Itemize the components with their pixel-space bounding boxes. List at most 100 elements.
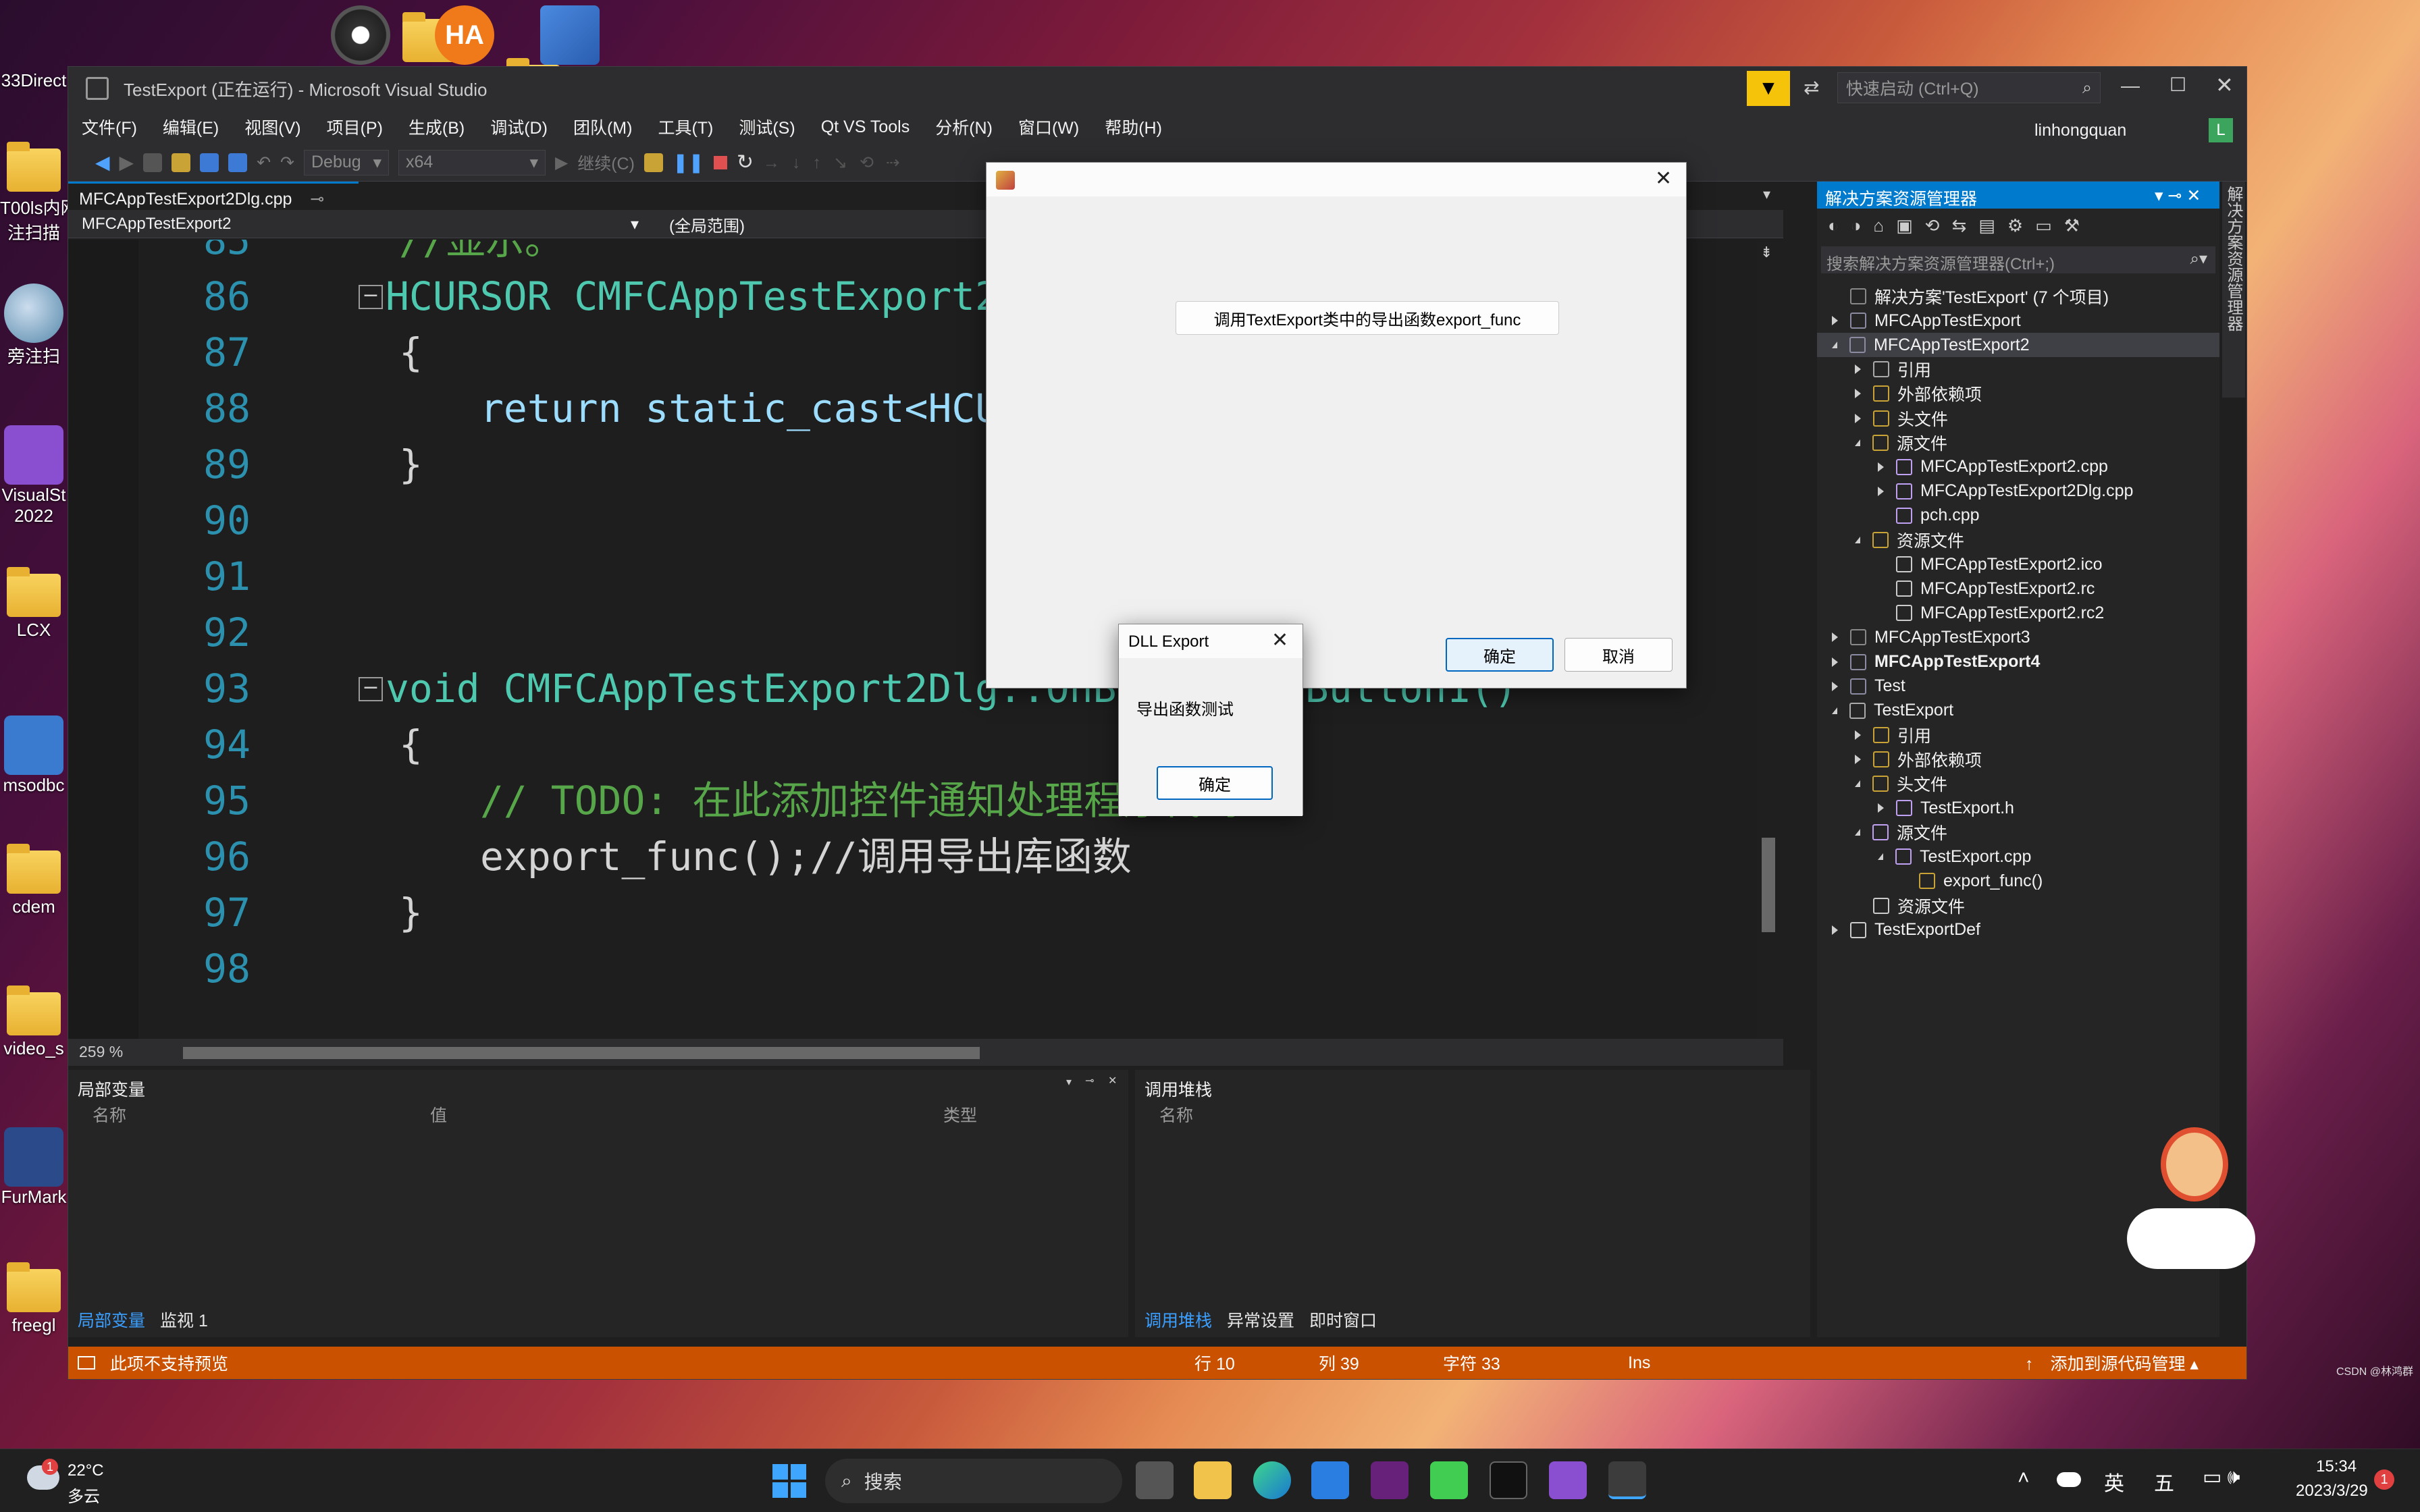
menu-help[interactable]: 帮助(H) [1105,115,1162,139]
back-icon[interactable]: ◀ [95,151,110,173]
collapsed-arrow-icon[interactable] [1878,486,1884,496]
restart-icon[interactable]: ↻ [737,151,754,174]
menu-file[interactable]: 文件(F) [82,115,137,139]
menu-analyze[interactable]: 分析(N) [935,115,993,139]
expanded-arrow-icon[interactable] [1832,707,1837,714]
continue-icon[interactable]: ▶ [555,153,568,173]
desktop-icon[interactable]: 旁注扫 [0,284,68,368]
process-icon[interactable] [643,153,663,172]
tree-item[interactable]: 资源文件 [1855,894,1965,918]
tree-item[interactable]: 头文件 [1855,772,1947,796]
tree-item[interactable]: MFCAppTestExport2.rc2 [1878,601,2104,625]
tree-item[interactable]: pch.cpp [1878,504,1980,528]
avatar[interactable]: L [2209,118,2233,142]
ime-mode[interactable]: 五 [2154,1467,2174,1496]
menu-test[interactable]: 测试(S) [739,115,795,139]
menu-window[interactable]: 窗口(W) [1018,115,1079,139]
call-export-button[interactable]: 调用TextExport类中的导出函数export_func [1176,301,1559,335]
network-volume-icon[interactable]: ▭ 🕪 [2203,1465,2240,1489]
tree-item[interactable]: MFCAppTestExport [1832,308,2021,333]
visual-studio-icon[interactable] [1371,1461,1409,1499]
horizontal-scrollbar-thumb[interactable] [183,1047,980,1059]
menu-debug[interactable]: 调试(D) [490,115,548,139]
chevron-up-icon[interactable]: ˄ [2018,1467,2030,1490]
tree-item[interactable]: TestExport.cpp [1878,844,2031,869]
col-header-name[interactable]: 名称 [93,1102,126,1127]
tab-callstack[interactable]: 调用堆栈 [1145,1307,1212,1332]
edge-icon[interactable] [1253,1461,1291,1499]
close-button[interactable]: ✕ [2215,72,2234,98]
code-line[interactable]: 95// TODO: 在此添加控件通知处理程序代码 [68,773,1756,828]
tree-item[interactable]: TestExport.h [1878,796,2014,820]
desktop-icon[interactable]: freegl [0,1262,68,1336]
collapsed-arrow-icon[interactable] [1878,462,1884,472]
tree-item[interactable]: MFCAppTestExport2.cpp [1878,455,2108,479]
menu-qt[interactable]: Qt VS Tools [821,117,910,137]
filter-icon[interactable]: ▼ [1747,71,1790,106]
col-header-type[interactable]: 类型 [943,1102,977,1127]
source-control-button[interactable]: ↑ 添加到源代码管理 ▴ [2025,1351,2199,1375]
tree-item[interactable]: 源文件 [1855,820,1947,844]
task-view-icon[interactable] [1136,1461,1174,1499]
solution-search-input[interactable]: 搜索解决方案资源管理器(Ctrl+;) ⌕▾ [1821,246,2215,273]
tree-item[interactable]: 解决方案'TestExport' (7 个项目) [1832,284,2109,308]
user-name[interactable]: linhongquan [2034,121,2126,140]
collapsed-arrow-icon[interactable] [1832,632,1838,643]
platform-select[interactable]: x64 ▾ [398,149,546,176]
code-line[interactable]: 98 [68,941,1756,996]
forward-icon[interactable]: ▶ [120,151,134,173]
tree-item[interactable]: 源文件 [1855,431,1947,455]
clock-time[interactable]: 15:34 [2316,1457,2357,1476]
msgbox-ok-button[interactable]: 确定 [1157,766,1273,800]
clock-date[interactable]: 2023/3/29 [2296,1482,2368,1501]
tab-editor-file[interactable]: MFCAppTestExport2Dlg.cpp ⊸ ✕ [68,182,359,229]
tree-item[interactable]: MFCAppTestExport4 [1832,650,2040,674]
tree-item[interactable]: 引用 [1855,357,1931,381]
tree-item[interactable]: 外部依赖项 [1855,747,1982,772]
close-icon[interactable]: ✕ [1108,1074,1117,1087]
desktop-icon[interactable]: 33Direct [0,70,68,91]
col-header-name[interactable]: 名称 [1159,1102,1193,1127]
minimize-button[interactable]: — [2121,75,2140,97]
tree-item[interactable]: 外部依赖项 [1855,381,1982,406]
ime-lang[interactable]: 英 [2104,1467,2124,1496]
collapsed-arrow-icon[interactable] [1832,681,1838,691]
package-icon[interactable] [540,5,600,65]
menu-project[interactable]: 项目(P) [327,115,383,139]
vertical-scrollbar-thumb[interactable] [1762,838,1775,932]
step-icons[interactable]: →↓↑↘⟲⇢ [763,153,912,173]
collapse-icon[interactable]: − [359,285,383,309]
menu-edit[interactable]: 编辑(E) [163,115,219,139]
taskbar-search[interactable]: ⌕ 搜索 [825,1459,1122,1503]
obs-icon[interactable] [331,5,390,65]
menu-tools[interactable]: 工具(T) [658,115,713,139]
expanded-arrow-icon[interactable] [1855,780,1860,787]
tab-locals[interactable]: 局部变量 [78,1307,145,1332]
tree-item[interactable]: MFCAppTestExport2Dlg.cpp [1878,479,2133,504]
store-icon[interactable] [1311,1461,1349,1499]
qt-creator-icon[interactable] [1430,1461,1468,1499]
zoom-level[interactable]: 259 % [79,1043,123,1061]
tree-item[interactable]: MFCAppTestExport2.rc [1878,576,2095,601]
tab-exceptions[interactable]: 异常设置 [1227,1307,1294,1332]
config-select[interactable]: Debug ▾ [304,149,389,176]
menu-view[interactable]: 视图(V) [244,115,300,139]
tree-item[interactable]: TestExport [1832,699,1953,723]
tab-overflow-icon[interactable]: ▾ [1763,186,1770,203]
open-icon[interactable] [172,153,191,172]
split-icon[interactable]: ⇟ [1760,244,1772,261]
expanded-arrow-icon[interactable] [1855,439,1860,446]
weather-widget[interactable]: 1 22°C 多云 [27,1459,135,1506]
desktop-icon[interactable]: FurMark [0,1127,68,1208]
tree-item[interactable]: 引用 [1855,723,1931,747]
collapsed-arrow-icon[interactable] [1855,413,1861,423]
visual-studio-2022-icon[interactable] [1549,1461,1587,1499]
close-icon[interactable]: ✕ [1655,167,1672,190]
tree-item[interactable]: TestExportDef [1832,918,1980,942]
desktop-icon[interactable]: msodbc [0,716,68,796]
tree-item[interactable]: MFCAppTestExport3 [1832,625,2030,649]
maximize-button[interactable]: ☐ [2169,74,2186,96]
onedrive-icon[interactable] [2057,1472,2081,1487]
header-buttons[interactable]: ▾ ⊸ ✕ [2155,186,2201,206]
tree-item[interactable]: 头文件 [1855,406,1948,431]
